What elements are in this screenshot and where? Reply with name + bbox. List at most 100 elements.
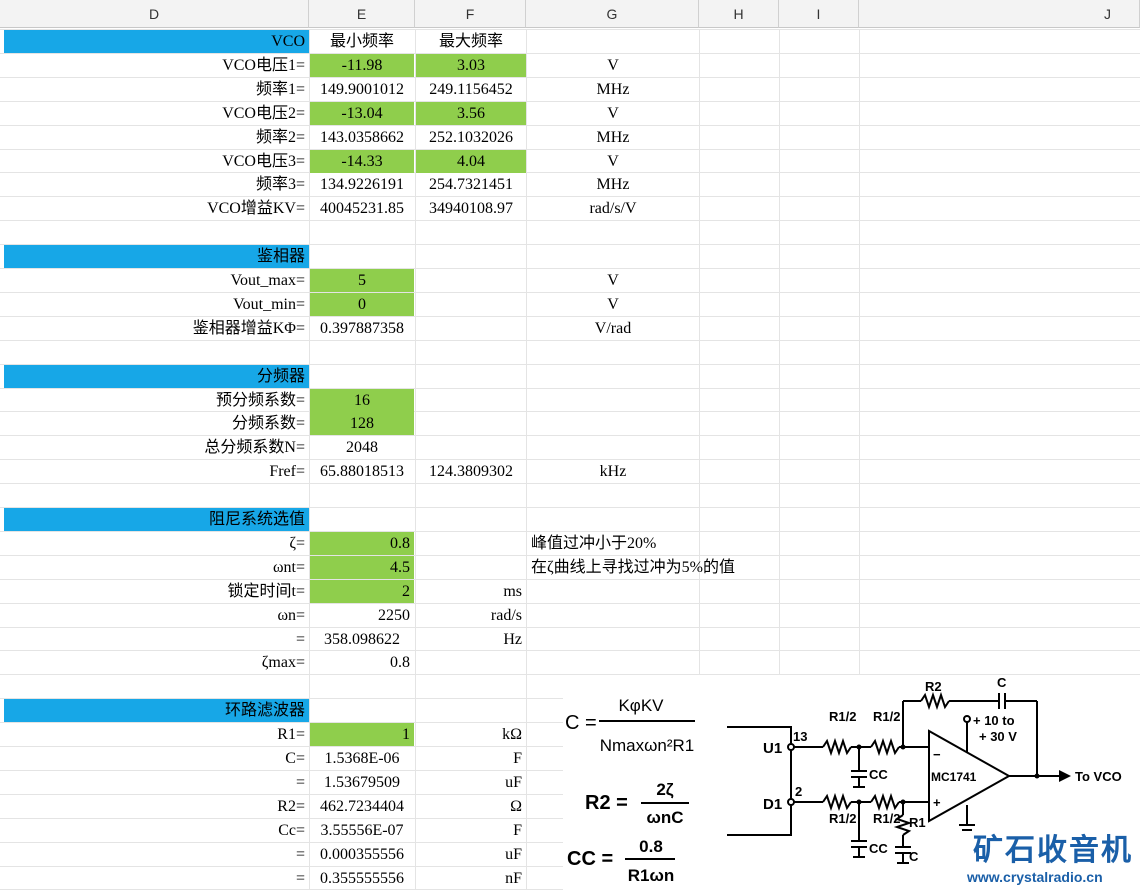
column-header-j[interactable]: J [859,0,1140,28]
cell-label[interactable]: VCO电压2= [4,102,309,125]
cell-g[interactable] [527,651,699,674]
cell-label[interactable]: ωn= [4,604,309,627]
cell-e[interactable]: 0.8 [310,532,414,555]
cell-f[interactable]: F [416,747,526,770]
cell-g[interactable] [527,436,699,459]
cell-label[interactable] [4,675,309,698]
cell-g[interactable] [527,221,699,244]
cell-f[interactable] [416,341,526,364]
cell-label[interactable]: Fref= [4,460,309,483]
cell-g[interactable] [527,365,699,388]
cell-label[interactable]: = [4,867,309,890]
cell-label[interactable]: 鉴相器 [4,245,309,268]
cell-label[interactable]: ωnt= [4,556,309,579]
cell-g[interactable] [527,628,699,651]
cell-f[interactable] [416,365,526,388]
cell-label[interactable]: ζ= [4,532,309,555]
column-header-d[interactable]: D [0,0,309,28]
cell-f[interactable]: ms [416,580,526,603]
cell-label[interactable]: VCO电压3= [4,150,309,173]
cell-label[interactable]: = [4,628,309,651]
cell-e[interactable]: 3.55556E-07 [310,819,414,842]
cell-g[interactable]: MHz [527,173,699,196]
cell-e[interactable] [310,221,414,244]
cell-g[interactable]: MHz [527,78,699,101]
cell-label[interactable]: = [4,843,309,866]
cell-label[interactable]: = [4,771,309,794]
cell-label[interactable]: 频率3= [4,173,309,196]
cell-f[interactable]: 4.04 [416,150,526,173]
cell-e[interactable]: 462.7234404 [310,795,414,818]
cell-label[interactable]: ζmax= [4,651,309,674]
cell-g[interactable]: V [527,102,699,125]
column-header-g[interactable]: G [526,0,699,28]
cell-label[interactable]: 频率2= [4,126,309,149]
cell-g[interactable]: rad/s/V [527,197,699,220]
cell-label[interactable]: 阻尼系统选值 [4,508,309,531]
cell-f[interactable]: Hz [416,628,526,651]
cell-f[interactable]: rad/s [416,604,526,627]
cell-e[interactable]: 0 [310,293,414,316]
cell-e[interactable] [310,245,414,268]
cell-g[interactable]: 峰值过冲小于20% [527,532,857,555]
cell-e[interactable] [310,675,414,698]
cell-f[interactable] [416,651,526,674]
cell-f[interactable] [416,221,526,244]
cell-f[interactable] [416,269,526,292]
cell-label[interactable] [4,221,309,244]
cell-label[interactable]: VCO [4,30,309,53]
cell-e[interactable]: 4.5 [310,556,414,579]
cell-label[interactable]: Vout_max= [4,269,309,292]
cell-label[interactable]: R1= [4,723,309,746]
cell-e[interactable]: 143.0358662 [310,126,414,149]
column-header-i[interactable]: I [779,0,859,28]
cell-g[interactable] [527,412,699,435]
cell-g[interactable]: 在ζ曲线上寻找过冲为5%的值 [527,556,857,579]
cell-g[interactable] [527,30,699,53]
cell-f[interactable]: 3.56 [416,102,526,125]
cell-f[interactable] [416,556,526,579]
cell-label[interactable] [4,484,309,507]
cell-label[interactable]: 总分频系数N= [4,436,309,459]
cell-e[interactable]: 2048 [310,436,414,459]
cell-label[interactable]: R2= [4,795,309,818]
cell-e[interactable]: -11.98 [310,54,414,77]
cell-e[interactable]: 128 [310,412,414,435]
cell-f[interactable]: 3.03 [416,54,526,77]
cell-label[interactable]: 鉴相器增益KΦ= [4,317,309,340]
column-header-f[interactable]: F [415,0,526,28]
cell-f[interactable] [416,245,526,268]
cell-e[interactable]: 1.53679509 [310,771,414,794]
cell-label[interactable]: Vout_min= [4,293,309,316]
cell-e[interactable]: 2250 [310,604,414,627]
cell-e[interactable] [310,484,414,507]
cell-e[interactable]: 16 [310,389,414,412]
cell-e[interactable]: 0.000355556 [310,843,414,866]
cell-f[interactable] [416,532,526,555]
cell-e[interactable] [310,341,414,364]
cell-e[interactable]: 358.098622 [310,628,414,651]
cell-label[interactable]: 分频系数= [4,412,309,435]
cell-e[interactable]: 134.9226191 [310,173,414,196]
cell-f[interactable] [416,389,526,412]
cell-e[interactable]: 1 [310,723,414,746]
cell-label[interactable] [4,341,309,364]
cell-f[interactable]: nF [416,867,526,890]
cell-g[interactable]: V [527,293,699,316]
cell-f[interactable] [416,317,526,340]
cell-e[interactable]: 40045231.85 [310,197,414,220]
cell-f[interactable]: 最大频率 [416,30,526,53]
cell-g[interactable] [527,341,699,364]
cell-f[interactable]: kΩ [416,723,526,746]
cell-e[interactable]: 65.88018513 [310,460,414,483]
cell-f[interactable]: F [416,819,526,842]
cell-g[interactable] [527,508,699,531]
cell-f[interactable] [416,436,526,459]
cell-g[interactable]: V [527,150,699,173]
cell-g[interactable]: kHz [527,460,699,483]
cell-label[interactable]: C= [4,747,309,770]
cell-label[interactable]: VCO电压1= [4,54,309,77]
cell-e[interactable]: 2 [310,580,414,603]
cell-g[interactable] [527,580,699,603]
cell-f[interactable] [416,675,526,698]
